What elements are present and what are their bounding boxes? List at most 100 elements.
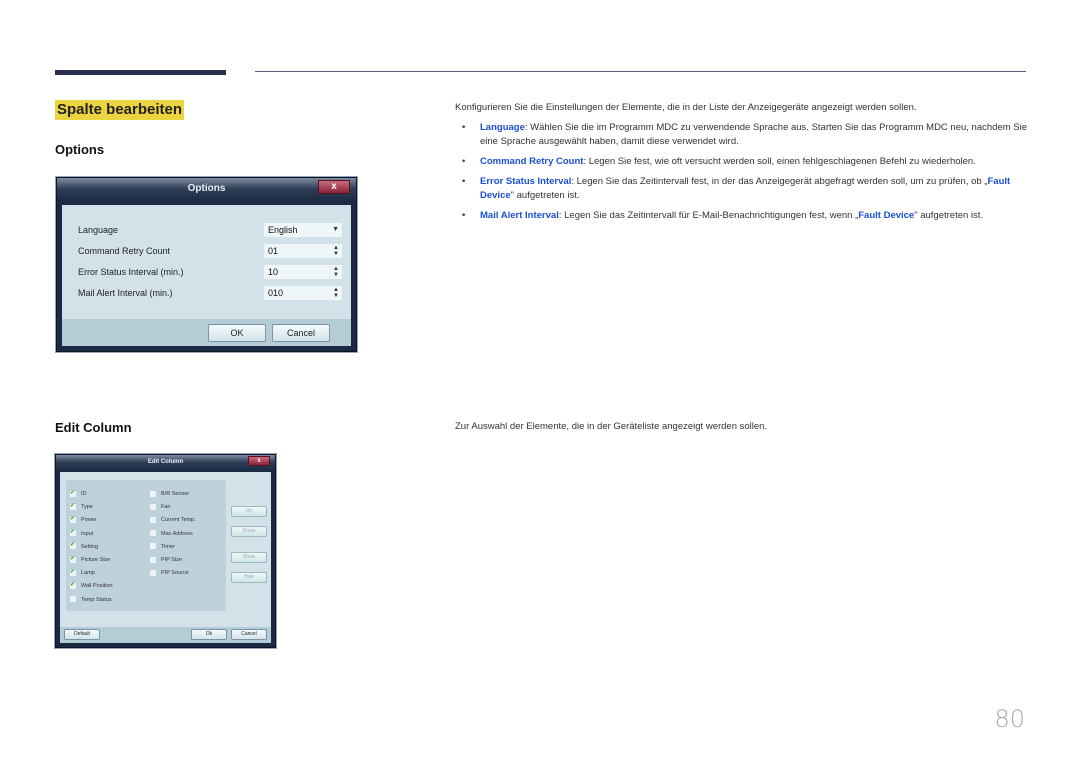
column-label: Type: [81, 504, 93, 511]
column-checkbox-item[interactable]: ID: [70, 489, 87, 500]
checkbox-unchecked-icon[interactable]: [150, 556, 156, 563]
column-checkbox-item[interactable]: Input: [70, 528, 94, 540]
term-fault-device: Fault Device: [858, 210, 915, 221]
bullet-icon: •: [462, 122, 466, 133]
checkbox-checked-icon[interactable]: [70, 502, 76, 511]
checkbox-unchecked-icon[interactable]: [150, 569, 156, 576]
term-command-retry: Command Retry Count: [480, 156, 584, 167]
bullet-error-status: Error Status Interval: Legen Sie das Zei…: [480, 175, 1040, 203]
chevron-down-icon: ▼: [332, 226, 339, 233]
column-label: Setting: [81, 543, 99, 550]
bullet-body: : Legen Sie das Zeitintervall für E-Mail…: [558, 210, 859, 221]
ok-button[interactable]: OK: [208, 324, 266, 342]
bullet-command-retry: Command Retry Count: Legen Sie fest, wie…: [480, 155, 1040, 169]
column-label: Mac Address: [161, 530, 193, 537]
column-list-panel: ID Type Power Input Setting Picture Size Lamp W…: [66, 480, 226, 611]
option-label: Language: [78, 225, 119, 235]
options-dialog: Options x Language English ▼ Command Ret…: [56, 177, 357, 352]
edit-column-dialog: Edit Column x ID Type Power Input Setting Pic…: [55, 454, 276, 648]
cancel-button[interactable]: Cancel: [272, 324, 330, 342]
checkbox-unchecked-icon[interactable]: [150, 530, 156, 537]
command-retry-spinner[interactable]: 01 ▲ ▼: [264, 244, 342, 258]
options-intro: Konfigurieren Sie die Einstellungen der …: [455, 102, 917, 113]
column-checkbox-item[interactable]: B/R Sensor: [150, 490, 189, 500]
option-value: 10: [268, 267, 279, 277]
error-status-spinner[interactable]: 10 ▲ ▼: [264, 265, 342, 279]
bullet-language: Language: Wählen Sie die im Programm MDC…: [480, 121, 1040, 149]
options-heading: Options: [55, 142, 105, 157]
header-rule-thin: [255, 71, 1026, 72]
column-label: Fan: [161, 504, 171, 511]
column-checkbox-item[interactable]: Picture Size: [70, 555, 111, 566]
bullet-icon: •: [462, 210, 466, 221]
checkbox-checked-icon[interactable]: [70, 541, 76, 550]
spinner-arrows-icon[interactable]: ▲ ▼: [333, 245, 339, 257]
option-row-language: Language English ▼: [78, 223, 342, 239]
edit-column-dialog-title: Edit Column: [56, 455, 275, 471]
option-row-command-retry: Command Retry Count 01 ▲ ▼: [78, 244, 342, 260]
checkbox-checked-icon[interactable]: [70, 515, 76, 524]
column-checkbox-item[interactable]: Type: [70, 502, 93, 513]
column-checkbox-item[interactable]: Lamp: [70, 568, 95, 579]
checkbox-unchecked-icon[interactable]: [150, 543, 156, 550]
column-label: PIP Source: [161, 570, 189, 577]
option-label: Command Retry Count: [78, 246, 171, 256]
ok-button[interactable]: Ok: [191, 629, 227, 640]
column-checkbox-item[interactable]: Power: [70, 515, 97, 526]
column-checkbox-item[interactable]: Timer: [150, 543, 175, 553]
mail-alert-spinner[interactable]: 010 ▲ ▼: [264, 286, 342, 300]
column-checkbox-item[interactable]: PIP Source: [150, 569, 189, 579]
close-button[interactable]: x: [248, 456, 270, 466]
option-row-error-status: Error Status Interval (min.) 10 ▲ ▼: [78, 265, 342, 281]
checkbox-unchecked-icon[interactable]: [150, 490, 156, 497]
bullet-body: " aufgetreten ist.: [914, 210, 984, 221]
checkbox-checked-icon[interactable]: [70, 528, 76, 537]
bullet-body: : Legen Sie fest, wie oft versucht werde…: [583, 156, 976, 167]
column-checkbox-item[interactable]: Fan: [150, 503, 170, 513]
column-label: Current Temp.: [161, 517, 196, 524]
up-button[interactable]: Up: [231, 506, 267, 517]
term-mail-alert: Mail Alert Interval: [480, 210, 559, 221]
hide-button[interactable]: Hide: [231, 572, 267, 583]
options-dialog-body: Language English ▼ Command Retry Count 0…: [62, 205, 351, 319]
checkbox-checked-icon[interactable]: [70, 568, 76, 577]
column-label: Power: [81, 517, 97, 524]
option-label: Error Status Interval (min.): [78, 267, 184, 277]
checkbox-unchecked-icon[interactable]: [150, 503, 156, 510]
option-label: Mail Alert Interval (min.): [78, 288, 173, 298]
column-checkbox-item[interactable]: Current Temp.: [150, 516, 196, 526]
edit-column-heading: Edit Column: [55, 420, 132, 435]
language-dropdown[interactable]: English ▼: [264, 223, 342, 237]
close-icon: x: [257, 458, 261, 464]
checkbox-checked-icon[interactable]: [70, 581, 76, 590]
bullet-body: " aufgetreten ist.: [510, 190, 580, 201]
column-checkbox-item[interactable]: Wall Position: [70, 581, 113, 592]
column-label: Wall Position: [81, 583, 113, 590]
options-dialog-footer: OK Cancel: [62, 319, 351, 346]
edit-column-dialog-footer: Default Ok Cancel: [60, 627, 271, 643]
checkbox-checked-icon[interactable]: [70, 489, 76, 498]
down-button[interactable]: Down: [231, 526, 267, 537]
bullet-body: : Wählen Sie die im Programm MDC zu verw…: [480, 122, 1028, 147]
checkbox-unchecked-icon[interactable]: [70, 596, 76, 603]
close-button[interactable]: x: [318, 180, 350, 194]
column-checkbox-item[interactable]: Setting: [70, 541, 99, 553]
bullet-icon: •: [462, 176, 466, 187]
cancel-button[interactable]: Cancel: [231, 629, 267, 640]
column-checkbox-item[interactable]: Mac Address: [150, 530, 193, 540]
column-label: Input: [81, 530, 94, 537]
default-button[interactable]: Default: [64, 629, 100, 640]
spinner-arrows-icon[interactable]: ▲ ▼: [333, 287, 339, 299]
checkbox-checked-icon[interactable]: [70, 555, 76, 564]
column-checkbox-item[interactable]: Temp Status: [70, 596, 112, 606]
column-label: Picture Size: [81, 557, 111, 563]
section-title: Spalte bearbeiten: [55, 100, 185, 120]
bullet-body: : Legen Sie das Zeitintervall fest, in d…: [571, 176, 988, 187]
column-checkbox-item[interactable]: PIP Size: [150, 556, 182, 566]
spinner-arrows-icon[interactable]: ▲ ▼: [333, 266, 339, 278]
show-button[interactable]: Show: [231, 552, 267, 563]
checkbox-unchecked-icon[interactable]: [150, 516, 156, 523]
header-rule-thick: [55, 70, 226, 75]
option-row-mail-alert: Mail Alert Interval (min.) 010 ▲ ▼: [78, 286, 342, 302]
term-error-status: Error Status Interval: [480, 176, 572, 187]
